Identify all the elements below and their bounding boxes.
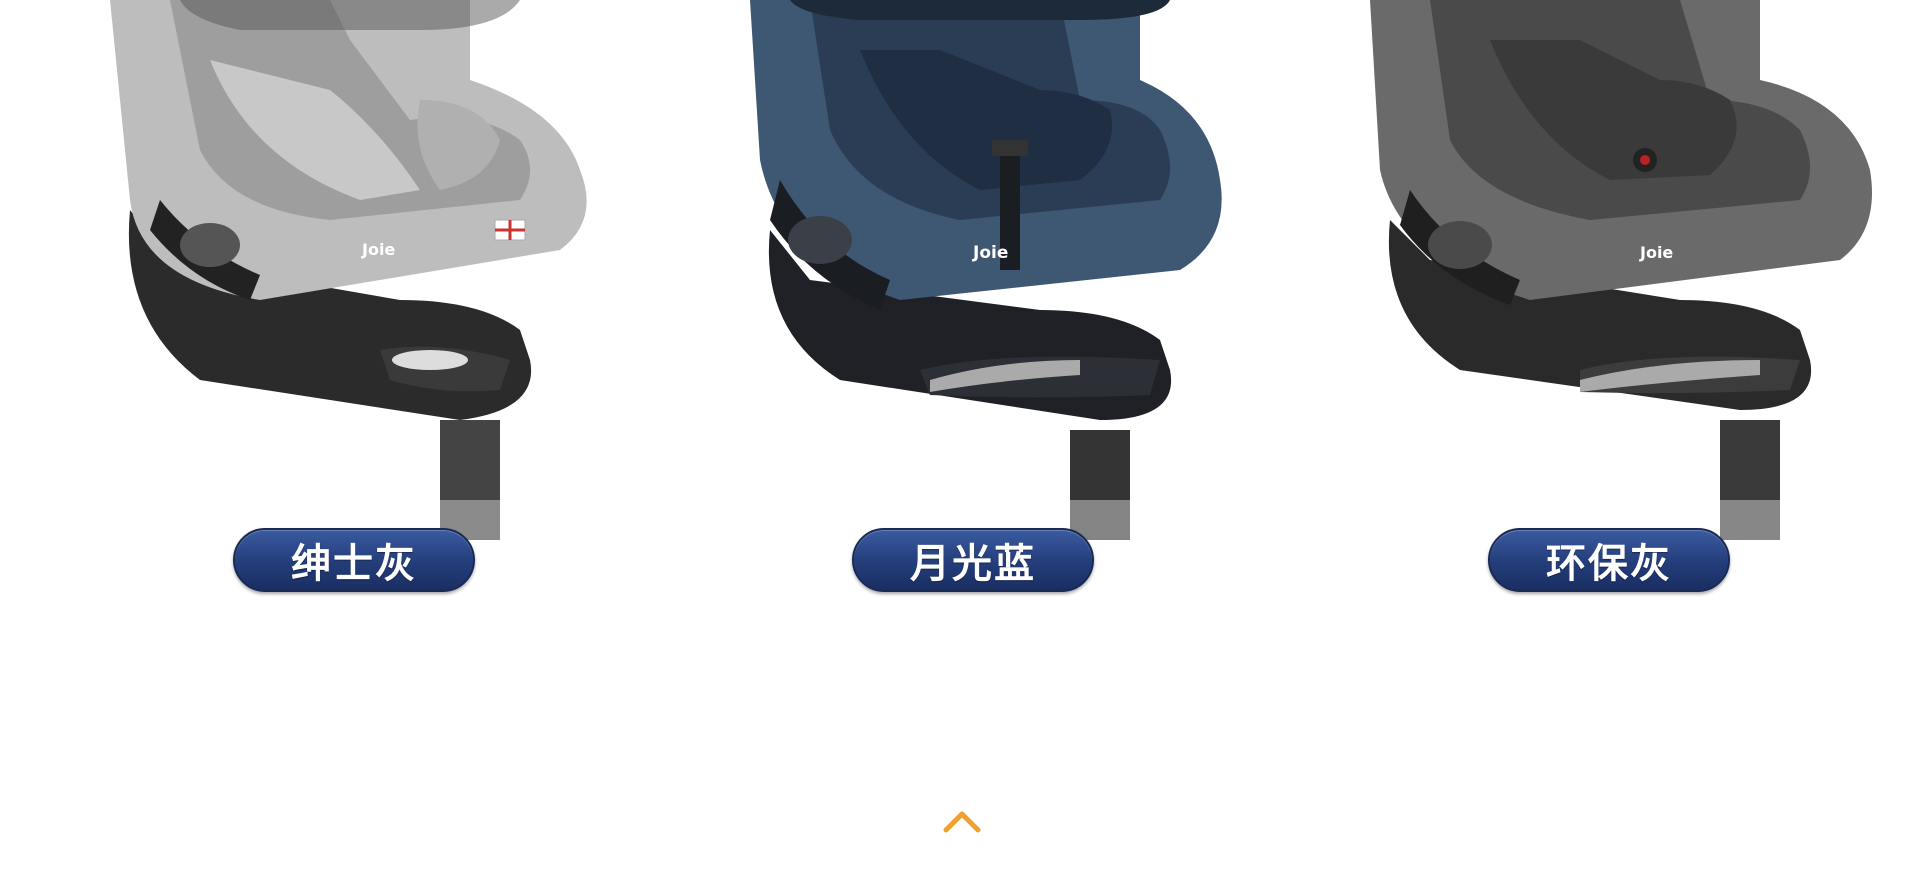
color-option-label: 绅士灰 bbox=[291, 541, 417, 587]
color-option-button[interactable]: 环保灰 bbox=[1488, 528, 1730, 592]
car-seat-image: Joie bbox=[750, 0, 1222, 540]
brand-logo-text: Joie bbox=[1639, 243, 1673, 262]
product-card-moonlight-blue[interactable]: Joie 月光蓝 bbox=[640, 0, 1280, 600]
brand-logo-text: Joie bbox=[361, 240, 395, 259]
chevron-up-icon bbox=[943, 811, 981, 833]
color-option-button[interactable]: 月光蓝 bbox=[852, 528, 1094, 592]
product-card-gentleman-grey[interactable]: Joie 绅士灰 bbox=[0, 0, 640, 600]
color-option-label: 环保灰 bbox=[1546, 541, 1672, 587]
car-seat-image: Joie bbox=[1370, 0, 1872, 540]
color-option-label: 月光蓝 bbox=[910, 541, 1036, 587]
product-color-gallery: Joie 绅士灰 Joie 月光蓝 Joie 环保灰 bbox=[0, 0, 1920, 891]
product-card-eco-grey[interactable]: Joie 环保灰 bbox=[1280, 0, 1920, 600]
car-seat-image: Joie bbox=[110, 0, 587, 540]
color-option-button[interactable]: 绅士灰 bbox=[233, 528, 475, 592]
brand-logo-text: Joie bbox=[972, 243, 1008, 263]
scroll-to-top-button[interactable] bbox=[940, 806, 984, 836]
